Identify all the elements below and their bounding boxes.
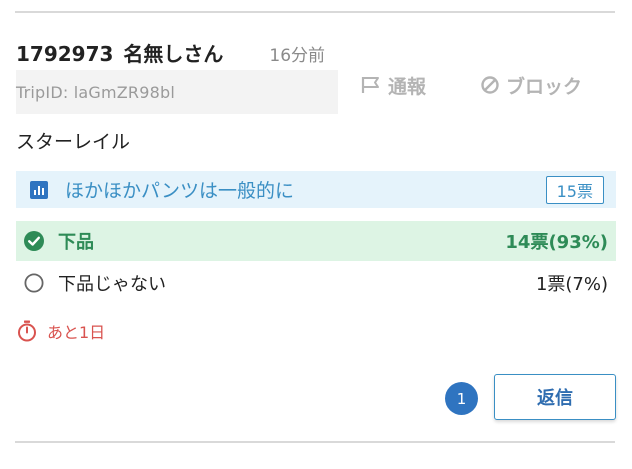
reply-count-badge: 1 xyxy=(445,382,478,415)
block-label: ブロック xyxy=(506,75,583,98)
post-body: スターレイル xyxy=(16,131,131,153)
poll-option-result: 14票(93%) xyxy=(505,232,608,253)
check-circle-icon xyxy=(24,231,44,251)
ban-icon xyxy=(481,76,499,94)
post-time: 16分前 xyxy=(269,46,326,66)
trip-id: TripID: laGmZR98bl xyxy=(16,82,175,102)
trip-id-box: TripID: laGmZR98bl xyxy=(16,70,338,114)
poll-option: 下品じゃない 1票(7%) xyxy=(16,263,616,303)
poll-time-remaining: あと1日 xyxy=(17,319,105,343)
poll-option-label: 下品じゃない xyxy=(58,274,166,295)
author-name: 名無しさん xyxy=(123,42,224,66)
total-votes-badge: 15票 xyxy=(545,176,604,204)
poll-option-winner: 下品 14票(93%) xyxy=(16,221,616,261)
reply-button[interactable]: 返信 xyxy=(494,374,616,420)
report-button[interactable]: 通報 xyxy=(360,70,426,100)
block-button[interactable]: ブロック xyxy=(480,70,582,100)
bar-chart-icon xyxy=(29,180,49,200)
flag-icon xyxy=(361,77,379,93)
circle-icon xyxy=(24,273,44,293)
poll-question: ほかほかパンツは一般的に 15票 xyxy=(16,171,616,208)
report-label: 通報 xyxy=(388,75,427,98)
poll-option-result: 1票(7%) xyxy=(535,274,608,295)
poll-option-label: 下品 xyxy=(58,232,94,253)
post-header: 1792973 名無しさん 16分前 xyxy=(16,38,325,66)
remaining-label: あと1日 xyxy=(47,323,106,342)
stopwatch-icon xyxy=(18,320,36,342)
top-divider xyxy=(15,11,615,13)
post-number: 1792973 xyxy=(16,42,114,66)
poll-question-text: ほかほかパンツは一般的に xyxy=(65,180,294,202)
bottom-divider xyxy=(15,441,615,443)
